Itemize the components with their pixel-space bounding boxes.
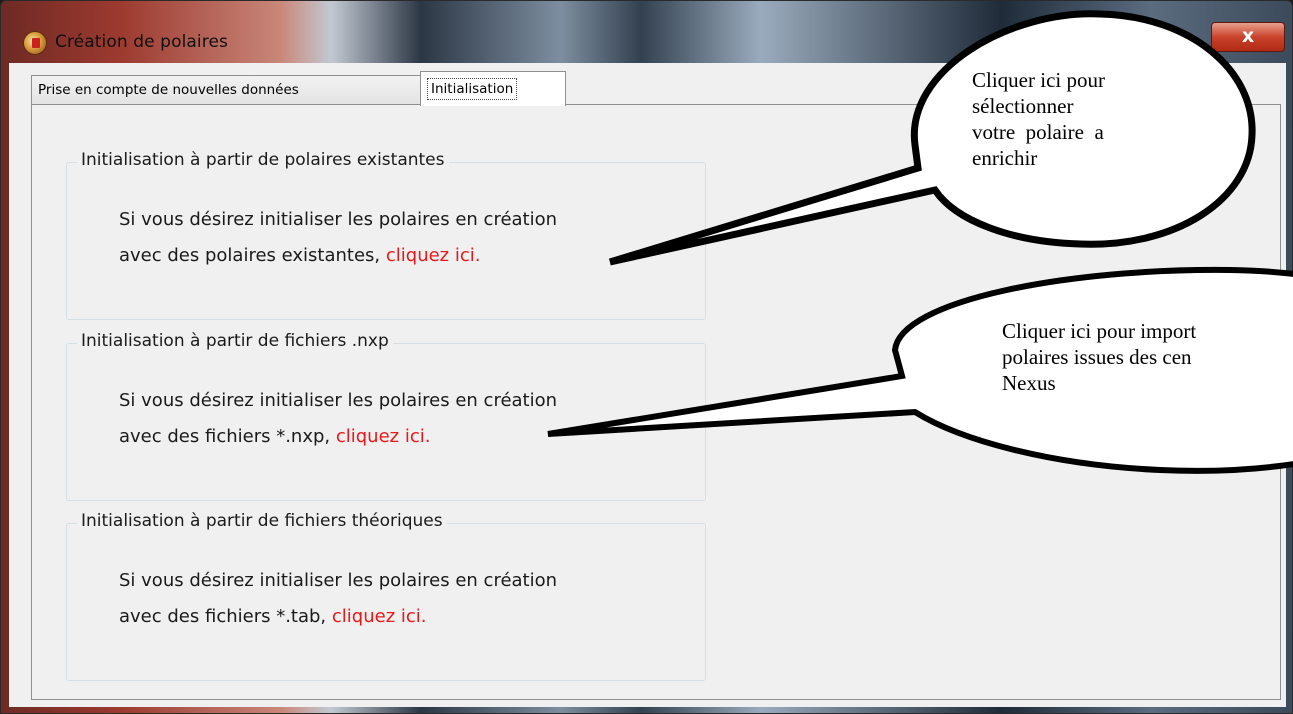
group-legend: Initialisation à partir de polaires exis… (77, 150, 449, 170)
app-icon (23, 31, 47, 55)
tab-new-data[interactable]: Prise en compte de nouvelles données (31, 75, 421, 105)
group-text-line2-text: avec des polaires existantes, (119, 245, 381, 266)
group-text-line2: avec des polaires existantes, cliquez ic… (119, 245, 480, 266)
callout-line: Cliquer ici pour import (1002, 319, 1197, 343)
group-text-line2: avec des fichiers *.tab, cliquez ici. (119, 606, 427, 627)
window-title: Création de polaires (55, 32, 228, 52)
group-nxp-files: Initialisation à partir de fichiers .nxp… (66, 331, 706, 501)
callout-line: polaires issues des cen (1002, 345, 1192, 369)
group-text-line2-text: avec des fichiers *.tab, (119, 606, 327, 627)
callout-line: sélectionner (972, 94, 1074, 118)
group-existing-polars: Initialisation à partir de polaires exis… (66, 150, 706, 320)
group-legend: Initialisation à partir de fichiers .nxp (77, 331, 393, 351)
click-here-link-existing[interactable]: cliquez ici. (386, 245, 481, 266)
click-here-link-nxp[interactable]: cliquez ici. (336, 426, 431, 447)
group-legend: Initialisation à partir de fichiers théo… (77, 511, 447, 531)
tab-initialisation[interactable]: Initialisation (420, 71, 566, 106)
close-button[interactable]: x (1211, 22, 1285, 52)
group-text-line1: Si vous désirez initialiser les polaires… (119, 570, 558, 591)
title-bar: Création de polaires x (1, 1, 1292, 61)
callout-line: votre polaire a (972, 120, 1104, 144)
callout-line: Nexus (1002, 371, 1056, 395)
tab-new-data-label: Prise en compte de nouvelles données (38, 82, 299, 98)
callout-text-2: Cliquer ici pour import polaires issues … (1002, 318, 1293, 396)
callout-line: enrichir (972, 146, 1038, 170)
group-text-line1: Si vous désirez initialiser les polaires… (119, 390, 558, 411)
callout-line: Cliquer ici pour (972, 68, 1105, 92)
group-text-line2: avec des fichiers *.nxp, cliquez ici. (119, 426, 430, 447)
click-here-link-tab[interactable]: cliquez ici. (332, 606, 427, 627)
callout-text-1: Cliquer ici pour sélectionner votre pola… (972, 67, 1182, 171)
tab-initialisation-label: Initialisation (427, 78, 518, 100)
group-theoretical-files: Initialisation à partir de fichiers théo… (66, 511, 706, 681)
tab-panel-initialisation: Initialisation à partir de polaires exis… (31, 104, 1281, 700)
group-text-line2-text: avec des fichiers *.nxp, (119, 426, 331, 447)
group-text-line1: Si vous désirez initialiser les polaires… (119, 209, 558, 230)
